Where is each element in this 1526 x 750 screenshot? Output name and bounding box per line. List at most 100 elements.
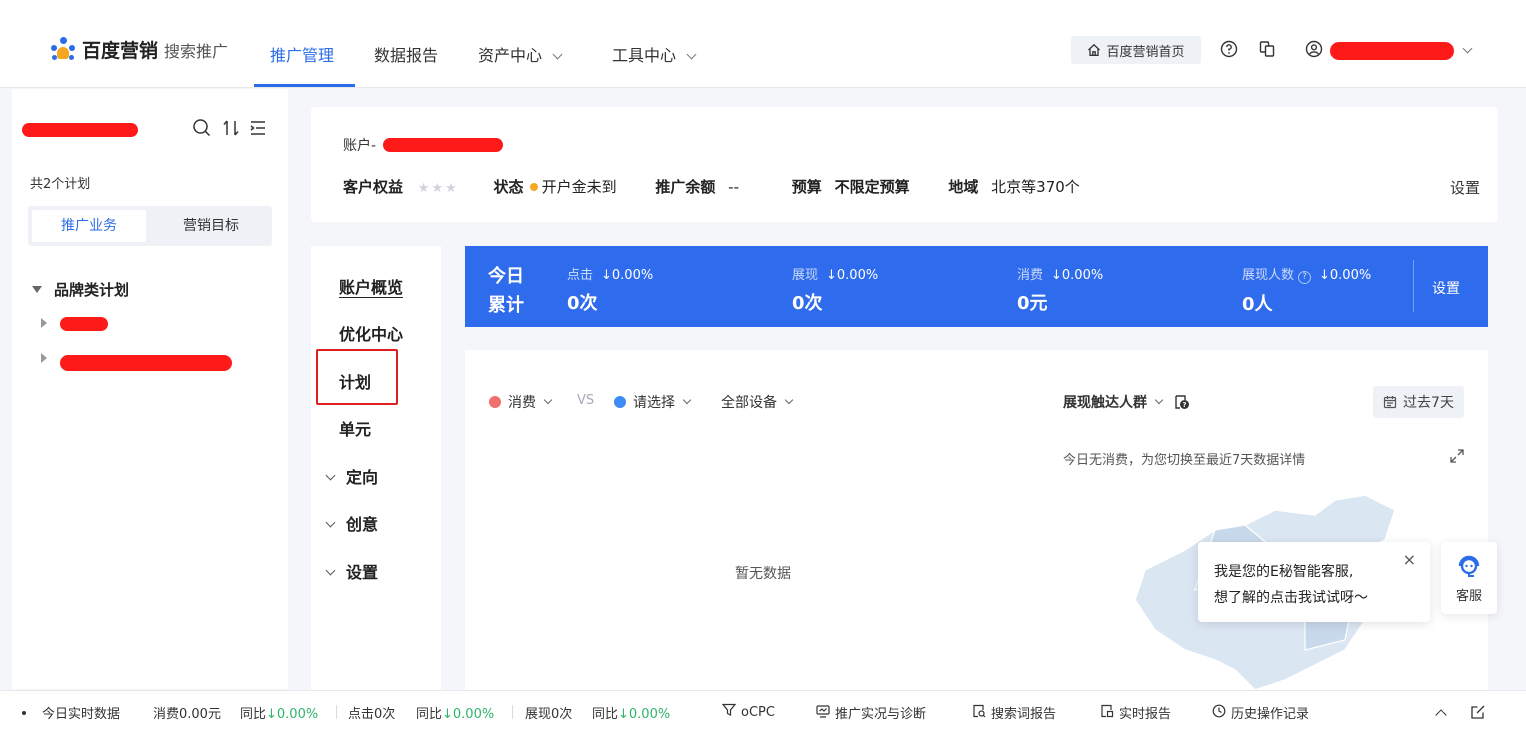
baidu-logo[interactable]: 百度营销 搜索推广: [50, 36, 228, 63]
rating-stars: ★★★: [417, 181, 459, 196]
menu-settings[interactable]: 设置: [325, 559, 378, 583]
vs-label: VS: [577, 393, 595, 408]
balance-value: --: [728, 178, 739, 196]
menu-optimization-center[interactable]: 优化中心: [339, 321, 403, 345]
chevron-down-icon: [325, 565, 336, 576]
audience-reach-select[interactable]: 展现触达人群 ?: [1063, 392, 1190, 412]
report-icon: [1101, 704, 1114, 718]
budget-value[interactable]: 不限定预算: [835, 178, 910, 196]
stat-clicks: 点击 ↓0.00% 0次: [567, 268, 654, 314]
close-icon[interactable]: ×: [1403, 550, 1416, 569]
svg-text:?: ?: [1182, 401, 1186, 409]
region-value[interactable]: 北京等370个: [991, 178, 1080, 196]
realtime-clicks: 点击0次: [348, 707, 396, 722]
chevron-down-icon[interactable]: [1462, 43, 1473, 54]
redacted-username: [1330, 42, 1454, 60]
ai-assistant-message: 我是您的E秘智能客服, 想了解的点击我试试呀～: [1214, 564, 1368, 606]
nav-promotion-management[interactable]: 推广管理: [270, 42, 334, 66]
plan-count: 共2个计划: [30, 177, 91, 192]
nav-tool-center[interactable]: 工具中心: [612, 42, 697, 66]
realtime-label: 今日实时数据: [42, 707, 121, 722]
operation-history-link[interactable]: 历史操作记录: [1212, 703, 1309, 722]
tab-marketing-goal[interactable]: 营销目标: [154, 210, 268, 242]
account-name-label: 账户-: [343, 138, 377, 154]
stat-impressions: 展现 ↓0.00% 0次: [792, 268, 879, 314]
baidu-marketing-logo-icon: [50, 36, 76, 63]
customer-service-button[interactable]: 客服: [1441, 542, 1497, 614]
caret-right-icon[interactable]: [41, 318, 47, 328]
product-name: 搜索推广: [164, 41, 229, 61]
audience-help-icon[interactable]: ?: [1174, 394, 1190, 410]
chevron-down-icon: [543, 395, 553, 405]
expand-icon[interactable]: [1449, 448, 1465, 464]
sort-icon[interactable]: [221, 118, 241, 138]
redacted-account-id: [383, 138, 503, 152]
search-term-report-link[interactable]: 搜索词报告: [972, 703, 1056, 722]
redacted-plan-name[interactable]: [60, 317, 108, 331]
realtime-impressions-yoy: 同比↓0.00%: [592, 707, 671, 722]
monitor-icon: [816, 705, 830, 718]
tree-mode-switch: 推广业务 营销目标: [28, 206, 272, 246]
device-select[interactable]: 全部设备: [721, 392, 794, 412]
realtime-data-bar: 今日实时数据 消费0.00元 同比↓0.00% 点击0次 同比↓0.00% 展现…: [0, 690, 1526, 750]
divider: [336, 705, 337, 719]
caret-down-icon[interactable]: [32, 286, 42, 293]
calendar-icon: [1383, 396, 1397, 409]
realtime-cost: 消费0.00元: [153, 707, 221, 722]
user-avatar-icon[interactable]: [1305, 40, 1323, 58]
menu-targeting[interactable]: 定向: [325, 464, 378, 488]
divider: [1413, 260, 1414, 312]
edit-icon[interactable]: [1470, 704, 1486, 720]
stats-settings-button[interactable]: 设置: [1432, 278, 1460, 298]
tree-node-brand-plan[interactable]: 品牌类计划: [32, 279, 129, 300]
search-icon[interactable]: [192, 118, 212, 138]
no-data-text: 暂无数据: [735, 566, 791, 582]
list-menu-icon[interactable]: [248, 118, 268, 138]
today-cumulative-label: 今日 累计: [488, 266, 524, 316]
caret-right-icon[interactable]: [41, 353, 47, 363]
ocpc-link[interactable]: oCPC: [722, 703, 775, 720]
chevron-down-icon: [686, 49, 697, 60]
chevron-down-icon: [784, 395, 794, 405]
nav-asset-center[interactable]: 资产中心: [478, 42, 563, 66]
realtime-cost-yoy: 同比↓0.00%: [240, 707, 319, 722]
active-tab-indicator: [254, 84, 355, 87]
chart-notice: 今日无消费，为您切换至最近7天数据详情: [1063, 453, 1306, 468]
stat-cost: 消费 ↓0.00% 0元: [1017, 268, 1104, 314]
divider: [512, 705, 513, 719]
status-label: 状态: [493, 178, 524, 196]
headset-icon: [1458, 555, 1480, 577]
redacted-plan-name[interactable]: [60, 355, 232, 371]
ai-assistant-bubble[interactable]: 我是您的E秘智能客服, 想了解的点击我试试呀～ ×: [1198, 542, 1430, 622]
diagnosis-link[interactable]: 推广实况与诊断: [816, 703, 926, 722]
account-settings-link[interactable]: 设置: [1450, 177, 1480, 198]
nav-data-report[interactable]: 数据报告: [374, 42, 438, 66]
realtime-impressions: 展现0次: [525, 707, 573, 722]
help-icon[interactable]: ?: [1298, 271, 1312, 284]
trend-chart-card: 消费 VS 请选择 全部设备 展现触达人群 ? 过去7天 今日无消费，为您切换至…: [465, 350, 1488, 690]
metric1-select[interactable]: 消费: [489, 392, 553, 412]
chevron-up-icon[interactable]: [1435, 709, 1447, 721]
metric1-color-dot: [489, 396, 501, 408]
menu-plan[interactable]: 计划: [339, 369, 371, 393]
report-search-icon: [973, 704, 986, 718]
account-info-card: 账户- 客户权益 ★★★ 状态 开户金未到 推广余额 -- 预算 不限定预算 地域…: [311, 107, 1498, 222]
help-icon[interactable]: [1220, 40, 1238, 58]
metric2-color-dot: [614, 396, 626, 408]
realtime-report-link[interactable]: 实时报告: [1100, 703, 1171, 722]
menu-account-overview[interactable]: 账户概览: [339, 274, 403, 298]
menu-creative[interactable]: 创意: [325, 511, 378, 535]
chevron-down-icon: [1154, 395, 1164, 405]
redacted-account-name: [22, 123, 138, 137]
copy-icon[interactable]: [1258, 40, 1276, 58]
realtime-clicks-yoy: 同比↓0.00%: [416, 707, 495, 722]
baidu-marketing-home-button[interactable]: 百度营销首页: [1071, 36, 1201, 64]
status-value: 开户金未到: [541, 178, 617, 196]
menu-unit[interactable]: 单元: [339, 416, 371, 440]
customer-service-label: 客服: [1455, 589, 1482, 604]
tab-promotion-business[interactable]: 推广业务: [32, 210, 146, 242]
balance-label: 推广余额: [655, 178, 716, 196]
period-select-button[interactable]: 过去7天: [1373, 386, 1464, 418]
metric2-select[interactable]: 请选择: [614, 392, 692, 412]
clock-icon: [1212, 704, 1226, 718]
